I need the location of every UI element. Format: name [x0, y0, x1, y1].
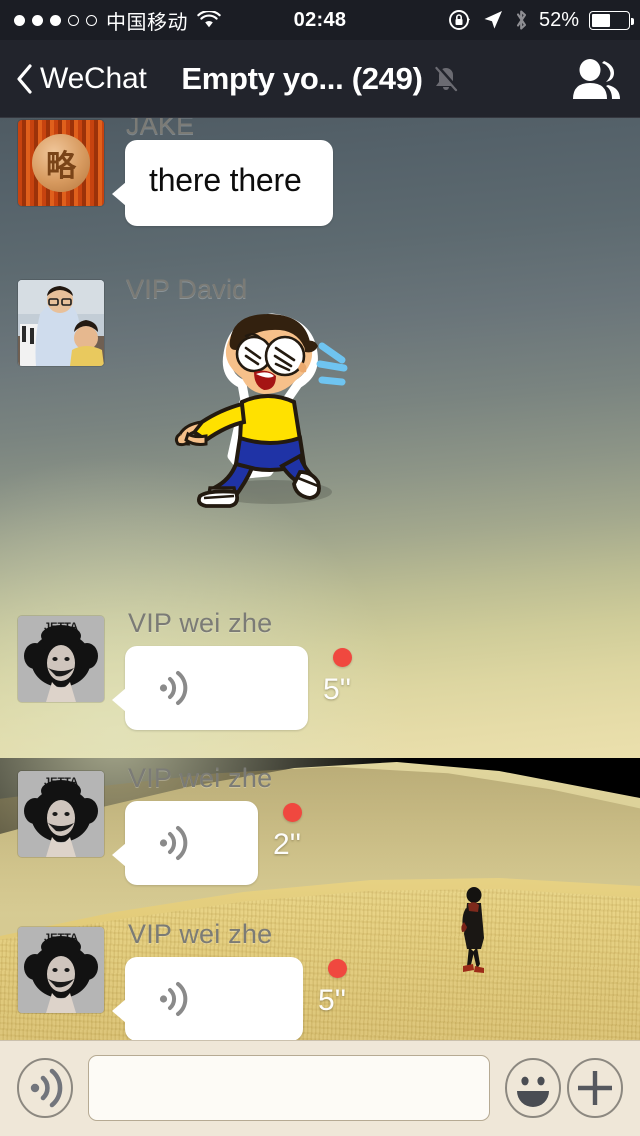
message-row-voice-3[interactable]: JETTA VIP wei zhe	[0, 907, 640, 1047]
avatar-vip-david-photo	[18, 280, 104, 366]
voice-bubble-3[interactable]	[112, 957, 303, 1041]
avatar-vip-wei-zhe-1[interactable]: JETTA	[18, 616, 104, 702]
sender-name-vip-david: VIP David	[126, 274, 248, 304]
page-title: Empty yo... (249)	[181, 61, 423, 96]
avatar-jetta-art: JETTA	[18, 771, 104, 857]
message-row-voice-2[interactable]: JETTA VIP wei zhe	[0, 751, 640, 891]
voice-record-button[interactable]	[14, 1057, 76, 1119]
avatar-jetta-art: JETTA	[18, 616, 104, 702]
group-contacts-icon	[573, 59, 620, 99]
back-button[interactable]: WeChat	[0, 62, 147, 96]
voice-duration-1: 5''	[323, 673, 352, 706]
status-bar: 中国移动 02:48 52%	[0, 0, 640, 40]
avatar-vip-david[interactable]	[18, 280, 104, 366]
back-button-label: WeChat	[40, 62, 147, 95]
voice-duration-3: 5''	[318, 984, 347, 1017]
avatar-jetta-art: JETTA	[18, 927, 104, 1013]
message-row-vip-david[interactable]: VIP David	[0, 268, 640, 558]
message-input[interactable]	[88, 1055, 490, 1121]
running-boy-sticker[interactable]	[172, 306, 362, 516]
unread-dot-1	[333, 648, 352, 667]
voice-play-icon-1	[159, 671, 188, 705]
navigation-bar: WeChat Empty yo... (249)	[0, 40, 640, 118]
unread-dot-3	[328, 959, 347, 978]
add-attachment-button[interactable]	[564, 1057, 626, 1119]
status-bar-time: 02:48	[293, 8, 347, 31]
phone-screen: 略 JAKE there there VIP David VIP wei zhe…	[0, 0, 640, 1136]
battery-icon	[589, 10, 634, 30]
voice-play-icon-2	[159, 826, 188, 860]
message-list[interactable]: 略 JAKE there there VIP David VIP wei zhe…	[0, 110, 640, 1041]
emoji-button[interactable]	[502, 1057, 564, 1119]
plus-icon	[567, 1058, 623, 1118]
voice-bubble-1[interactable]	[112, 646, 308, 730]
bell-muted-icon	[434, 65, 459, 92]
sender-name-voice-2: VIP wei zhe	[128, 763, 273, 793]
sender-name-voice-1: VIP wei zhe	[128, 608, 273, 638]
voice-duration-2: 2''	[273, 828, 302, 861]
chevron-left-icon	[17, 64, 32, 94]
avatar-vip-wei-zhe-3[interactable]: JETTA	[18, 927, 104, 1013]
voice-record-icon	[17, 1058, 73, 1118]
contacts-button[interactable]	[568, 57, 640, 101]
voice-bubble-2[interactable]	[112, 801, 258, 885]
message-bubble-jake[interactable]: there there	[112, 140, 333, 226]
message-text-jake: there there	[149, 162, 302, 198]
input-toolbar	[0, 1040, 640, 1136]
avatar-vip-wei-zhe-2[interactable]: JETTA	[18, 771, 104, 857]
voice-play-icon-3	[159, 982, 188, 1016]
sender-name-voice-3: VIP wei zhe	[128, 919, 273, 949]
unread-dot-2	[283, 803, 302, 822]
running-boy-sticker-art	[174, 313, 348, 508]
message-row-jake[interactable]: 略 JAKE there there	[0, 110, 640, 258]
avatar-jake-seal: 略	[32, 134, 90, 192]
message-row-voice-1[interactable]: JETTA VIP wei zhe	[0, 596, 640, 736]
avatar-jake[interactable]: 略	[18, 120, 104, 206]
smiley-face-icon	[505, 1058, 561, 1118]
